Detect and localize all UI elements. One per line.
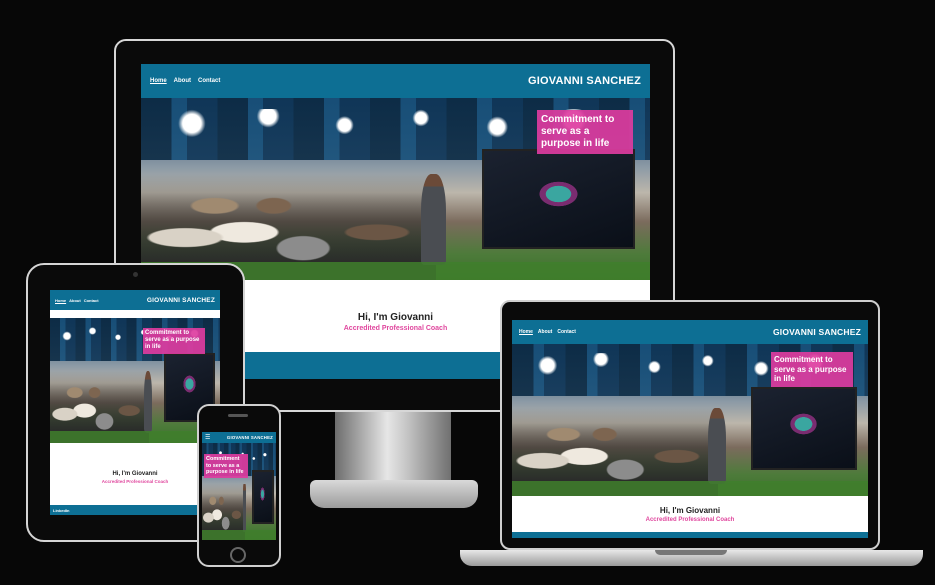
desktop-stand-base: [310, 480, 478, 508]
intro-greeting: Hi, I'm Giovanni: [112, 471, 158, 477]
site-brand[interactable]: GIOVANNI SANCHEZ: [528, 75, 641, 87]
nav-link-home[interactable]: Home: [519, 329, 533, 335]
tablet-camera: [133, 272, 138, 277]
laptop-notch: [655, 550, 727, 555]
nav-link-about[interactable]: About: [538, 329, 552, 335]
nav-link-contact[interactable]: Contact: [198, 78, 220, 84]
nav-link-contact[interactable]: Contact: [84, 298, 99, 303]
intro-greeting: Hi, I'm Giovanni: [659, 506, 721, 515]
nav-link-contact[interactable]: Contact: [557, 329, 576, 335]
site-brand[interactable]: GIOVANNI SANCHEZ: [773, 327, 861, 337]
site-footer: LinkedIn: [50, 505, 220, 515]
nav-bar: ☰ GIOVANNI SANCHEZ: [202, 432, 276, 443]
phone-speaker: [228, 414, 248, 417]
laptop-site: Home About Contact GIOVANNI SANCHEZ Comm…: [512, 320, 868, 538]
nav-bar: Home About Contact GIOVANNI SANCHEZ: [512, 320, 868, 344]
nav-link-about[interactable]: About: [69, 298, 81, 303]
site-footer: [512, 532, 868, 538]
hero-tagline: Commitment to serve as a purpose in life: [537, 110, 633, 154]
nav-link-about[interactable]: About: [174, 78, 191, 84]
intro-section: Hi, I'm Giovanni Accredited Professional…: [50, 471, 220, 484]
hero-tagline: Commitment to serve as a purpose in life: [204, 454, 248, 478]
nav-bar: Home About Contact GIOVANNI SANCHEZ: [50, 290, 220, 310]
nav-link-home[interactable]: Home: [55, 298, 66, 303]
hamburger-menu-icon[interactable]: ☰: [205, 435, 210, 441]
footer-linkedin-link[interactable]: LinkedIn: [53, 508, 69, 513]
site-brand[interactable]: GIOVANNI SANCHEZ: [227, 435, 273, 440]
intro-section: Hi, I'm Giovanni Accredited Professional…: [512, 506, 868, 523]
site-brand[interactable]: GIOVANNI SANCHEZ: [147, 297, 215, 304]
phone-site: ☰ GIOVANNI SANCHEZ Commitment to serve a…: [202, 432, 276, 540]
intro-role: Accredited Professional Coach: [101, 479, 169, 484]
hero-tagline: Commitment to serve as a purpose in life: [771, 352, 853, 387]
phone-home-button[interactable]: [230, 547, 246, 563]
desktop-stand: [335, 412, 451, 482]
intro-role: Accredited Professional Coach: [645, 517, 735, 523]
tablet-site: Home About Contact GIOVANNI SANCHEZ Comm…: [50, 290, 220, 515]
nav-bar: Home About Contact GIOVANNI SANCHEZ: [141, 64, 650, 98]
hero-tagline: Commitment to serve as a purpose in life: [143, 328, 205, 354]
nav-link-home[interactable]: Home: [150, 78, 167, 84]
